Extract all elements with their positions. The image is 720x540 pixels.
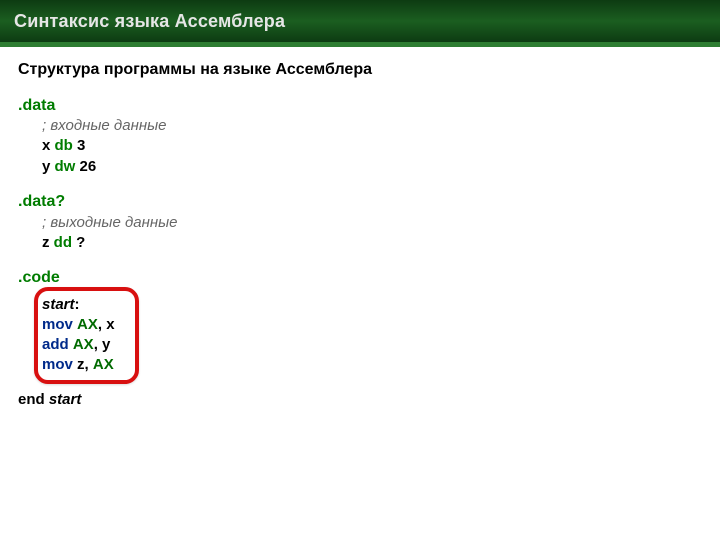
instr-mov-z-ax: mov z, AX [42, 355, 115, 375]
instr-add-ax-y: add AX, y [42, 335, 115, 355]
instr-mov-ax-x: mov AX, x [42, 315, 115, 335]
slide: Синтаксис языка Ассемблера Структура про… [0, 0, 720, 540]
op-mov-2: mov [42, 356, 73, 373]
op-add: add [42, 336, 69, 353]
block-dataq: .data? ; выходные данные z dd ? [18, 191, 702, 253]
val-x: 3 [77, 137, 85, 154]
op-mov-1: mov [42, 316, 73, 333]
end-label: start [49, 391, 82, 408]
comment-output: ; выходные данные [42, 213, 702, 233]
type-db: db [55, 137, 73, 154]
highlighted-code: start: mov AX, x add AX, y mov z, [42, 295, 115, 376]
var-z: z [42, 234, 50, 251]
title-bar: Синтаксис языка Ассемблера [0, 0, 720, 45]
var-y: y [42, 158, 50, 175]
comment-input: ; входные данные [42, 116, 702, 136]
reg-ax-2: AX [73, 336, 94, 353]
var-x: x [42, 137, 50, 154]
decl-x: x db 3 [42, 136, 702, 156]
label-start: start [42, 296, 75, 313]
slide-title: Синтаксис языка Ассемблера [14, 11, 706, 32]
type-dw: dw [55, 158, 76, 175]
end-kw: end [18, 391, 45, 408]
section-code: .code [18, 267, 702, 289]
block-data: .data ; входные данные x db 3 y dw 26 [18, 95, 702, 177]
decl-z: z dd ? [42, 233, 702, 253]
decl-y: y dw 26 [42, 157, 702, 177]
type-dd: dd [54, 234, 72, 251]
end-line: end start [18, 390, 702, 410]
slide-body: Структура программы на языке Ассемблера … [0, 45, 720, 424]
val-z: ? [76, 234, 85, 251]
val-y: 26 [80, 158, 97, 175]
section-data: .data [18, 95, 702, 117]
reg-ax-1: AX [77, 316, 98, 333]
block-code: .code start: mov AX, x add AX, y [18, 267, 702, 376]
arg-z: z [77, 356, 85, 373]
section-dataq: .data? [18, 191, 702, 213]
arg-y: y [102, 336, 110, 353]
arg-x: x [106, 316, 114, 333]
reg-ax-3: AX [93, 356, 114, 373]
subtitle: Структура программы на языке Ассемблера [18, 59, 702, 81]
